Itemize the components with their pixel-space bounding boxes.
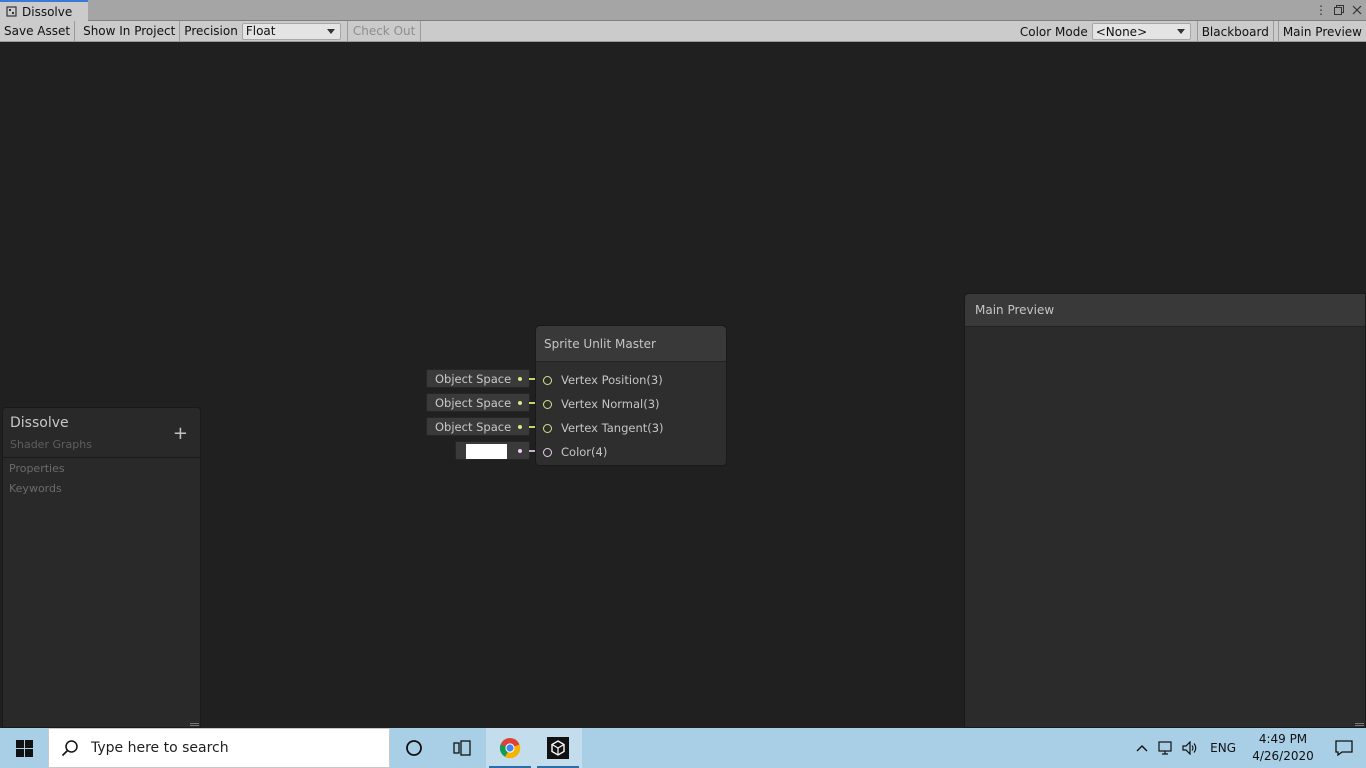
start-button[interactable] [0,728,48,768]
input-connector [518,449,522,453]
blackboard-title: Dissolve [10,415,69,431]
show-in-project-button[interactable]: Show In Project [79,20,181,42]
shader-graph-icon [6,6,17,17]
precision-value: Float [245,24,276,38]
network-icon[interactable] [1154,728,1178,768]
language-indicator[interactable]: ENG [1202,741,1244,755]
main-preview-panel: Main Preview [964,293,1366,728]
resize-handle[interactable] [190,723,199,726]
show-hidden-icons-chevron-up-icon[interactable] [1130,728,1154,768]
node-title: Sprite Unlit Master [536,326,726,362]
color-mode-value: <None> [1095,24,1148,39]
port-label: Color(4) [561,445,608,459]
vertex-normal-input[interactable]: Object Space [426,393,535,412]
divider [3,457,200,458]
blackboard-toggle-button[interactable]: Blackboard [1196,21,1274,42]
clock-time: 4:49 PM [1258,732,1308,746]
vertex-position-input[interactable]: Object Space [426,369,535,388]
port-connector-icon[interactable] [543,447,552,457]
port-vertex-position[interactable]: Vertex Position(3) [536,368,663,392]
chevron-down-icon [1176,29,1185,34]
chrome-taskbar-app[interactable] [486,728,534,768]
windows-taskbar: Type here to search ENG 4:49 PM 4/26/202… [0,728,1366,768]
task-view-button[interactable] [438,728,486,768]
editor-tab-bar: Dissolve ⋮ [0,0,1366,21]
task-view-icon [453,740,471,756]
port-label: Vertex Normal(3) [561,397,660,411]
taskbar-search-box[interactable]: Type here to search [48,728,390,768]
action-center-button[interactable] [1322,728,1366,768]
input-connector [518,401,522,405]
input-connector [518,425,522,429]
main-preview-title[interactable]: Main Preview [965,294,1365,327]
close-icon[interactable] [1350,1,1364,19]
resize-handle[interactable] [1355,723,1364,726]
search-icon [61,739,79,757]
maximize-icon[interactable] [1332,1,1346,19]
save-asset-button[interactable]: Save Asset [0,20,76,42]
blackboard-subtitle: Shader Graphs [10,438,92,451]
system-tray: ENG 4:49 PM 4/26/2020 [1130,728,1366,768]
blackboard-panel: Dissolve Shader Graphs + Properties Keyw… [2,407,201,728]
port-connector-icon[interactable] [543,375,552,385]
tab-dissolve[interactable]: Dissolve [0,0,88,21]
input-label: Object Space [435,419,512,434]
unity-icon [547,737,569,759]
add-property-button[interactable]: + [173,425,188,443]
cortana-button[interactable] [390,728,438,768]
port-color[interactable]: Color(4) [536,440,607,464]
windows-logo-icon [15,739,33,757]
precision-label: Precision [184,24,238,38]
port-label: Vertex Position(3) [561,373,663,387]
chevron-down-icon [326,28,335,34]
check-out-button[interactable]: Check Out [346,20,422,42]
blackboard-section-properties[interactable]: Properties [9,462,65,475]
color-input[interactable] [455,441,535,460]
input-label: Object Space [435,371,512,386]
color-swatch[interactable] [466,444,507,459]
notification-icon [1335,740,1353,756]
port-connector-icon[interactable] [543,423,552,433]
chrome-icon [499,738,521,759]
color-mode-label: Color Mode [1019,24,1088,39]
unity-taskbar-app[interactable] [534,728,582,768]
sprite-unlit-master-node[interactable]: Sprite Unlit Master Vertex Position(3) V… [535,325,727,466]
port-connector-icon[interactable] [543,399,552,409]
input-connector [518,377,522,381]
clock-date: 4/26/2020 [1252,749,1314,763]
port-vertex-normal[interactable]: Vertex Normal(3) [536,392,660,416]
port-label: Vertex Tangent(3) [561,421,664,435]
graph-toolbar: Save Asset Show In Project Precision Flo… [0,20,1366,42]
blackboard-section-keywords[interactable]: Keywords [9,482,62,495]
search-placeholder: Type here to search [91,740,229,756]
more-options-icon[interactable]: ⋮ [1314,1,1328,19]
input-label: Object Space [435,395,512,410]
precision-dropdown[interactable]: Float [241,22,341,40]
vertex-tangent-input[interactable]: Object Space [426,417,535,436]
color-mode-dropdown[interactable]: <None> [1091,23,1191,40]
clock[interactable]: 4:49 PM 4/26/2020 [1244,731,1322,765]
volume-icon[interactable] [1178,728,1202,768]
main-preview-toggle-button[interactable]: Main Preview [1277,21,1366,42]
port-vertex-tangent[interactable]: Vertex Tangent(3) [536,416,664,440]
tab-title: Dissolve [22,4,73,19]
cortana-icon [406,740,422,756]
